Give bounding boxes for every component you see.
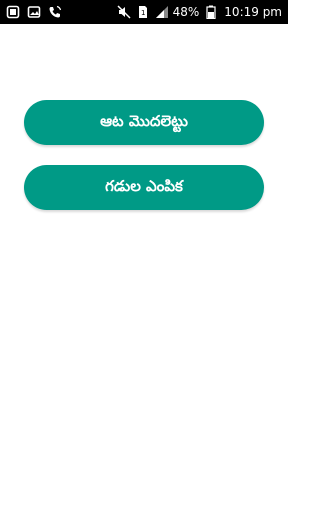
status-left-icons — [6, 5, 69, 19]
mute-icon — [117, 5, 131, 19]
status-right-icons: 1 48% 10:19 pm — [112, 5, 282, 19]
status-bar: 1 48% 10:19 pm — [0, 0, 288, 24]
sim-icon: 1 — [136, 5, 150, 19]
gallery-icon — [27, 5, 41, 19]
phone-call-icon — [48, 5, 62, 19]
grid-selection-label: గడుల ఎంపిక — [105, 176, 183, 195]
svg-text:1: 1 — [141, 9, 145, 17]
battery-percent: 48% — [172, 5, 200, 19]
grid-selection-button[interactable]: గడుల ఎంపిక — [24, 165, 264, 210]
notification-icon — [6, 5, 20, 19]
battery-icon — [204, 5, 218, 19]
signal-icon — [155, 5, 169, 19]
status-time: 10:19 pm — [224, 5, 282, 19]
start-game-button[interactable]: ఆట మొదలెట్టు — [24, 100, 264, 145]
start-game-label: ఆట మొదలెట్టు — [100, 111, 188, 130]
main-menu: ఆట మొదలెట్టు గడుల ఎంపిక — [0, 24, 288, 512]
